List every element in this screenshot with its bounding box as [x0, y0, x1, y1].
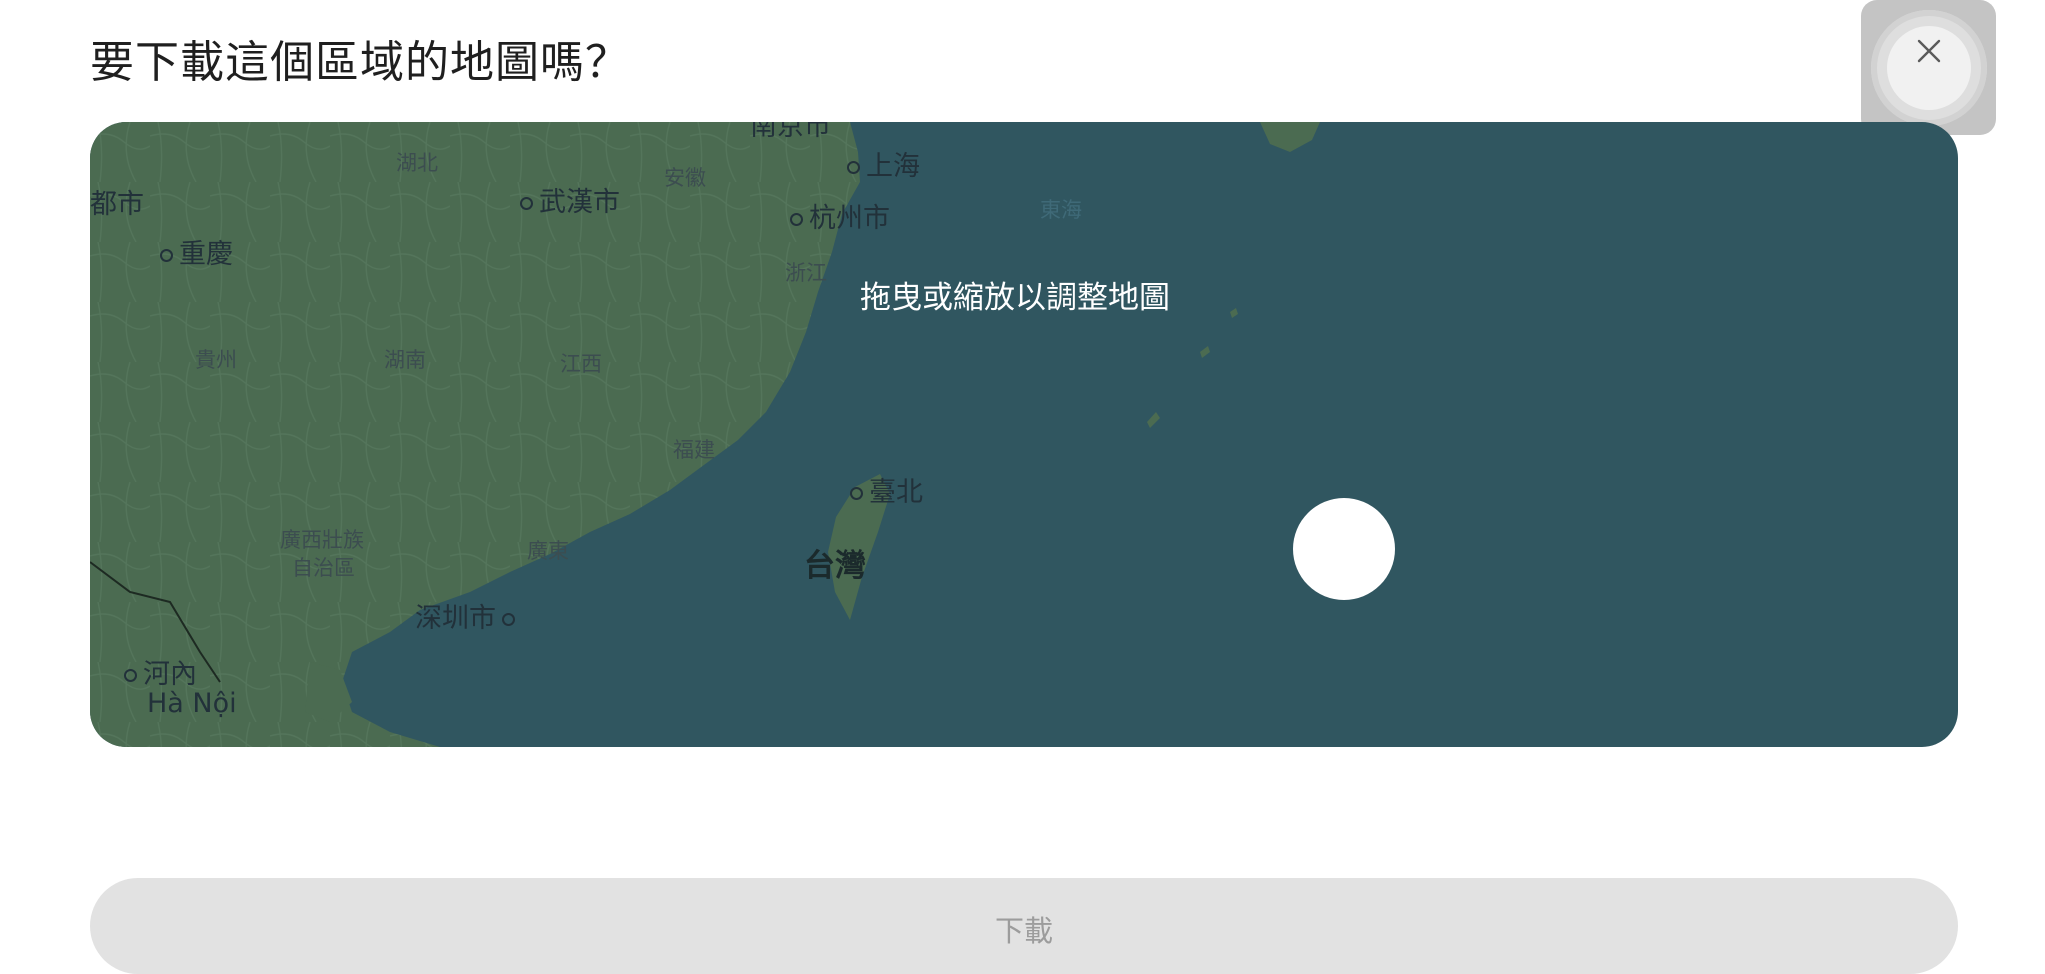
city-label: 武漢市	[520, 180, 620, 219]
city-label: 深圳市	[415, 596, 521, 635]
map-terrain	[90, 122, 1320, 747]
city-dot-icon	[502, 613, 515, 626]
dialog-title: 要下載這個區域的地圖嗎？	[90, 37, 630, 88]
city-dot-icon	[850, 487, 863, 500]
region-label: 貴州	[195, 348, 237, 372]
region-label: 廣西壯族	[280, 528, 364, 552]
download-button[interactable]: 下載	[90, 878, 1958, 974]
map-drag-handle[interactable]	[1293, 498, 1395, 600]
close-button[interactable]	[1887, 26, 1971, 110]
region-label: 湖北	[396, 151, 438, 175]
city-dot-icon	[847, 161, 860, 174]
city-label: 南京市	[750, 122, 831, 142]
region-label: 台灣	[804, 548, 866, 584]
map-hint: 拖曳或縮放以調整地圖	[860, 280, 1170, 316]
city-label: 臺北	[850, 470, 923, 509]
city-label: 杭州市	[790, 196, 890, 235]
city-dot-icon	[520, 197, 533, 210]
close-icon	[1917, 39, 1941, 63]
city-label: 重慶	[160, 232, 233, 271]
close-button-highlight	[1861, 0, 1996, 135]
region-label: 江西	[560, 352, 602, 376]
region-label: 東海	[1040, 198, 1082, 222]
city-dot-icon	[160, 249, 173, 262]
city-dot-icon	[124, 669, 137, 682]
region-label: 福建	[673, 438, 715, 462]
region-label: 湖南	[384, 348, 426, 372]
region-label: 自治區	[292, 556, 355, 580]
region-label: 廣東	[527, 539, 569, 563]
city-label: 河內	[124, 652, 197, 691]
city-dot-icon	[790, 213, 803, 226]
city-label: 都市	[90, 189, 144, 220]
city-label: 上海	[847, 144, 920, 183]
map-area[interactable]: 拖曳或縮放以調整地圖 都市 重慶 武漢市 上海 杭州市 南京市 臺北 深圳市 河…	[90, 122, 1958, 747]
region-label: 浙江	[785, 261, 827, 285]
download-button-label: 下載	[994, 914, 1053, 948]
city-label: Hà Nội	[147, 688, 237, 719]
region-label: 安徽	[664, 166, 706, 190]
